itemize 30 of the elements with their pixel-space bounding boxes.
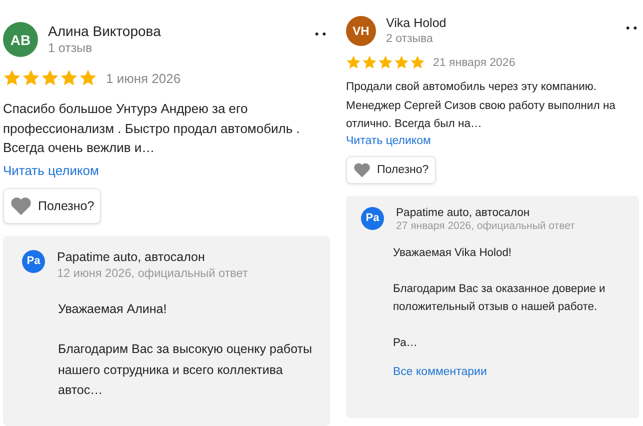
review-date: 21 января 2026	[433, 56, 516, 68]
reply-text: Ра…	[393, 336, 418, 350]
reply-text: Благодарим Вас за оказанное доверие и положительный отзыв о нашей работе.	[393, 282, 606, 314]
reply-text: Благодарим Вас за высокую оценку работы нашего сотрудника и всего коллектива автос…	[58, 341, 313, 399]
read-more-link[interactable]: Читать целиком	[346, 134, 431, 146]
company-logo: Pa	[22, 250, 45, 272]
avatar: VH	[346, 16, 376, 46]
avatar: АВ	[3, 22, 38, 57]
company-name: Papatime auto, автосалон	[396, 206, 531, 218]
helpful-button[interactable]: Полезно?	[346, 156, 436, 184]
more-icon[interactable]	[626, 26, 637, 30]
reply-text: Уважаемая Алина!	[58, 300, 168, 318]
author-name[interactable]: Vika Holod	[386, 16, 446, 30]
helpful-button[interactable]: Полезно?	[3, 188, 102, 224]
heart-icon	[10, 196, 32, 216]
review-text: Продали свой автомобиль через эту компанию. Менеджер Сергей Сизов свою работу выполнил на отлично. Всегда был на…	[346, 80, 616, 132]
author-name[interactable]: Алина Викторова	[48, 23, 161, 39]
company-logo: Pa	[361, 206, 384, 230]
more-icon[interactable]	[315, 32, 326, 36]
read-more-link[interactable]: Читать целиком	[3, 162, 99, 178]
review-count: 2 отзыва	[386, 33, 434, 45]
review-count: 1 отзыв	[48, 41, 94, 55]
reply-text: Уважаемая Vika Holod!	[393, 246, 513, 260]
all-comments-link[interactable]: Все комментарии	[393, 366, 487, 378]
review-text: Спасибо большое Унтурэ Андрею за его профессионализм . Быстро продал автомобиль . Всегда очень вежлив и…	[3, 100, 301, 157]
reply-meta: 27 января 2026, официальный ответ	[396, 220, 575, 232]
heart-icon	[353, 162, 371, 178]
company-name: Papatime auto, автосалон	[57, 250, 206, 264]
reply-meta: 12 июня 2026, официальный ответ	[57, 266, 248, 280]
review-date: 1 июня 2026	[106, 70, 181, 86]
